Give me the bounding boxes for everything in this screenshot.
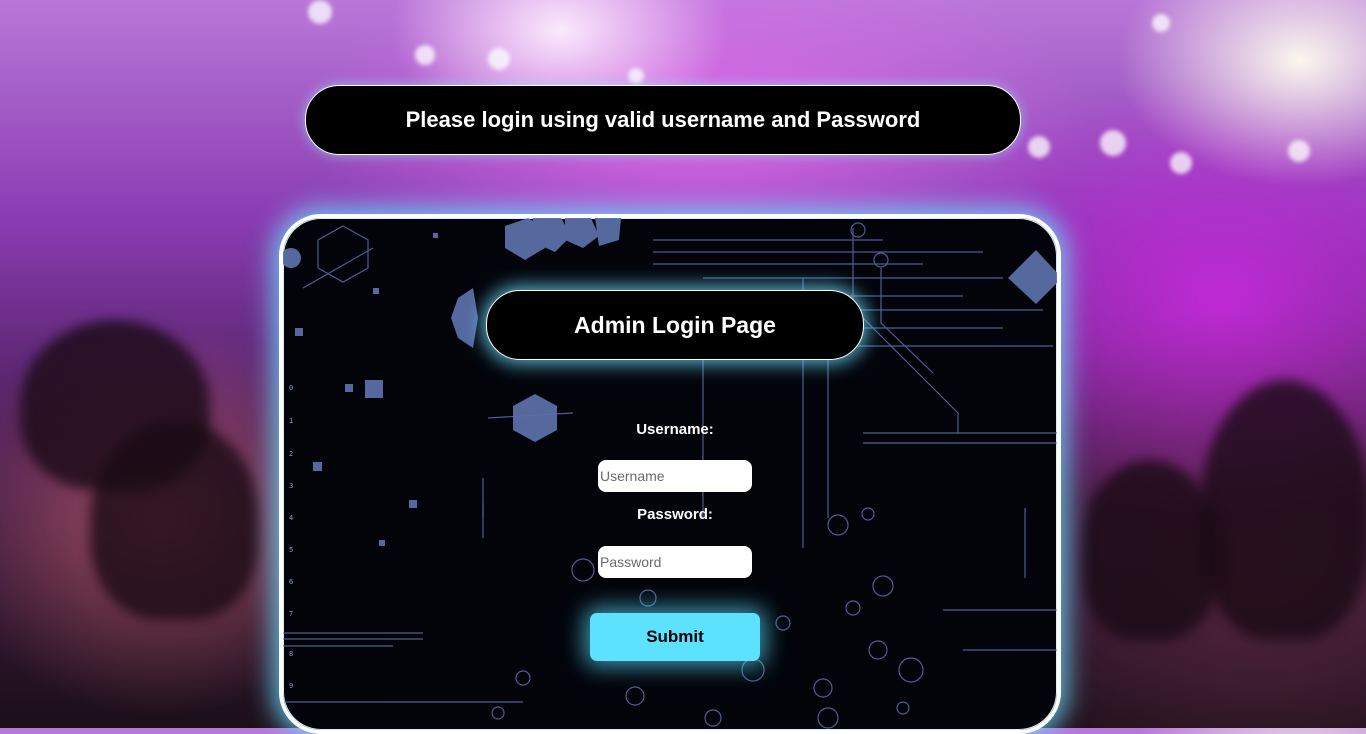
deco-number: 6 (289, 578, 293, 586)
deco-number: 8 (289, 650, 293, 658)
crowd-silhouette (1080, 460, 1220, 640)
stage-light (1028, 136, 1050, 158)
deco-number: 3 (289, 482, 293, 490)
page-title-text: Admin Login Page (574, 311, 776, 338)
crowd-silhouette (90, 420, 260, 620)
deco-number: 2 (289, 450, 293, 458)
stage-light (1170, 152, 1192, 174)
password-input[interactable] (598, 546, 752, 578)
submit-button[interactable]: Submit (590, 613, 760, 661)
login-panel: 0 1 2 3 4 5 6 7 8 9 Admin Login Page Use… (279, 214, 1061, 734)
stage-light (628, 68, 644, 84)
deco-number: 5 (289, 546, 293, 554)
username-label: Username: (636, 421, 714, 438)
page-title: Admin Login Page (486, 290, 864, 360)
deco-number: 0 (289, 384, 293, 392)
deco-number: 4 (289, 514, 293, 522)
deco-number: 1 (289, 417, 293, 425)
stage-light (308, 0, 332, 24)
stage-light (488, 48, 510, 70)
deco-number: 9 (289, 682, 293, 690)
stage-light (1288, 140, 1310, 162)
login-notice-text: Please login using valid username and Pa… (405, 107, 921, 132)
stage-light (415, 45, 435, 65)
password-label: Password: (637, 506, 713, 523)
stage-light (1152, 14, 1170, 32)
deco-number: 7 (289, 610, 293, 618)
username-input[interactable] (598, 460, 752, 492)
stage-light (1100, 130, 1126, 156)
crowd-silhouette (1200, 380, 1366, 640)
login-notice-banner: Please login using valid username and Pa… (305, 85, 1021, 155)
